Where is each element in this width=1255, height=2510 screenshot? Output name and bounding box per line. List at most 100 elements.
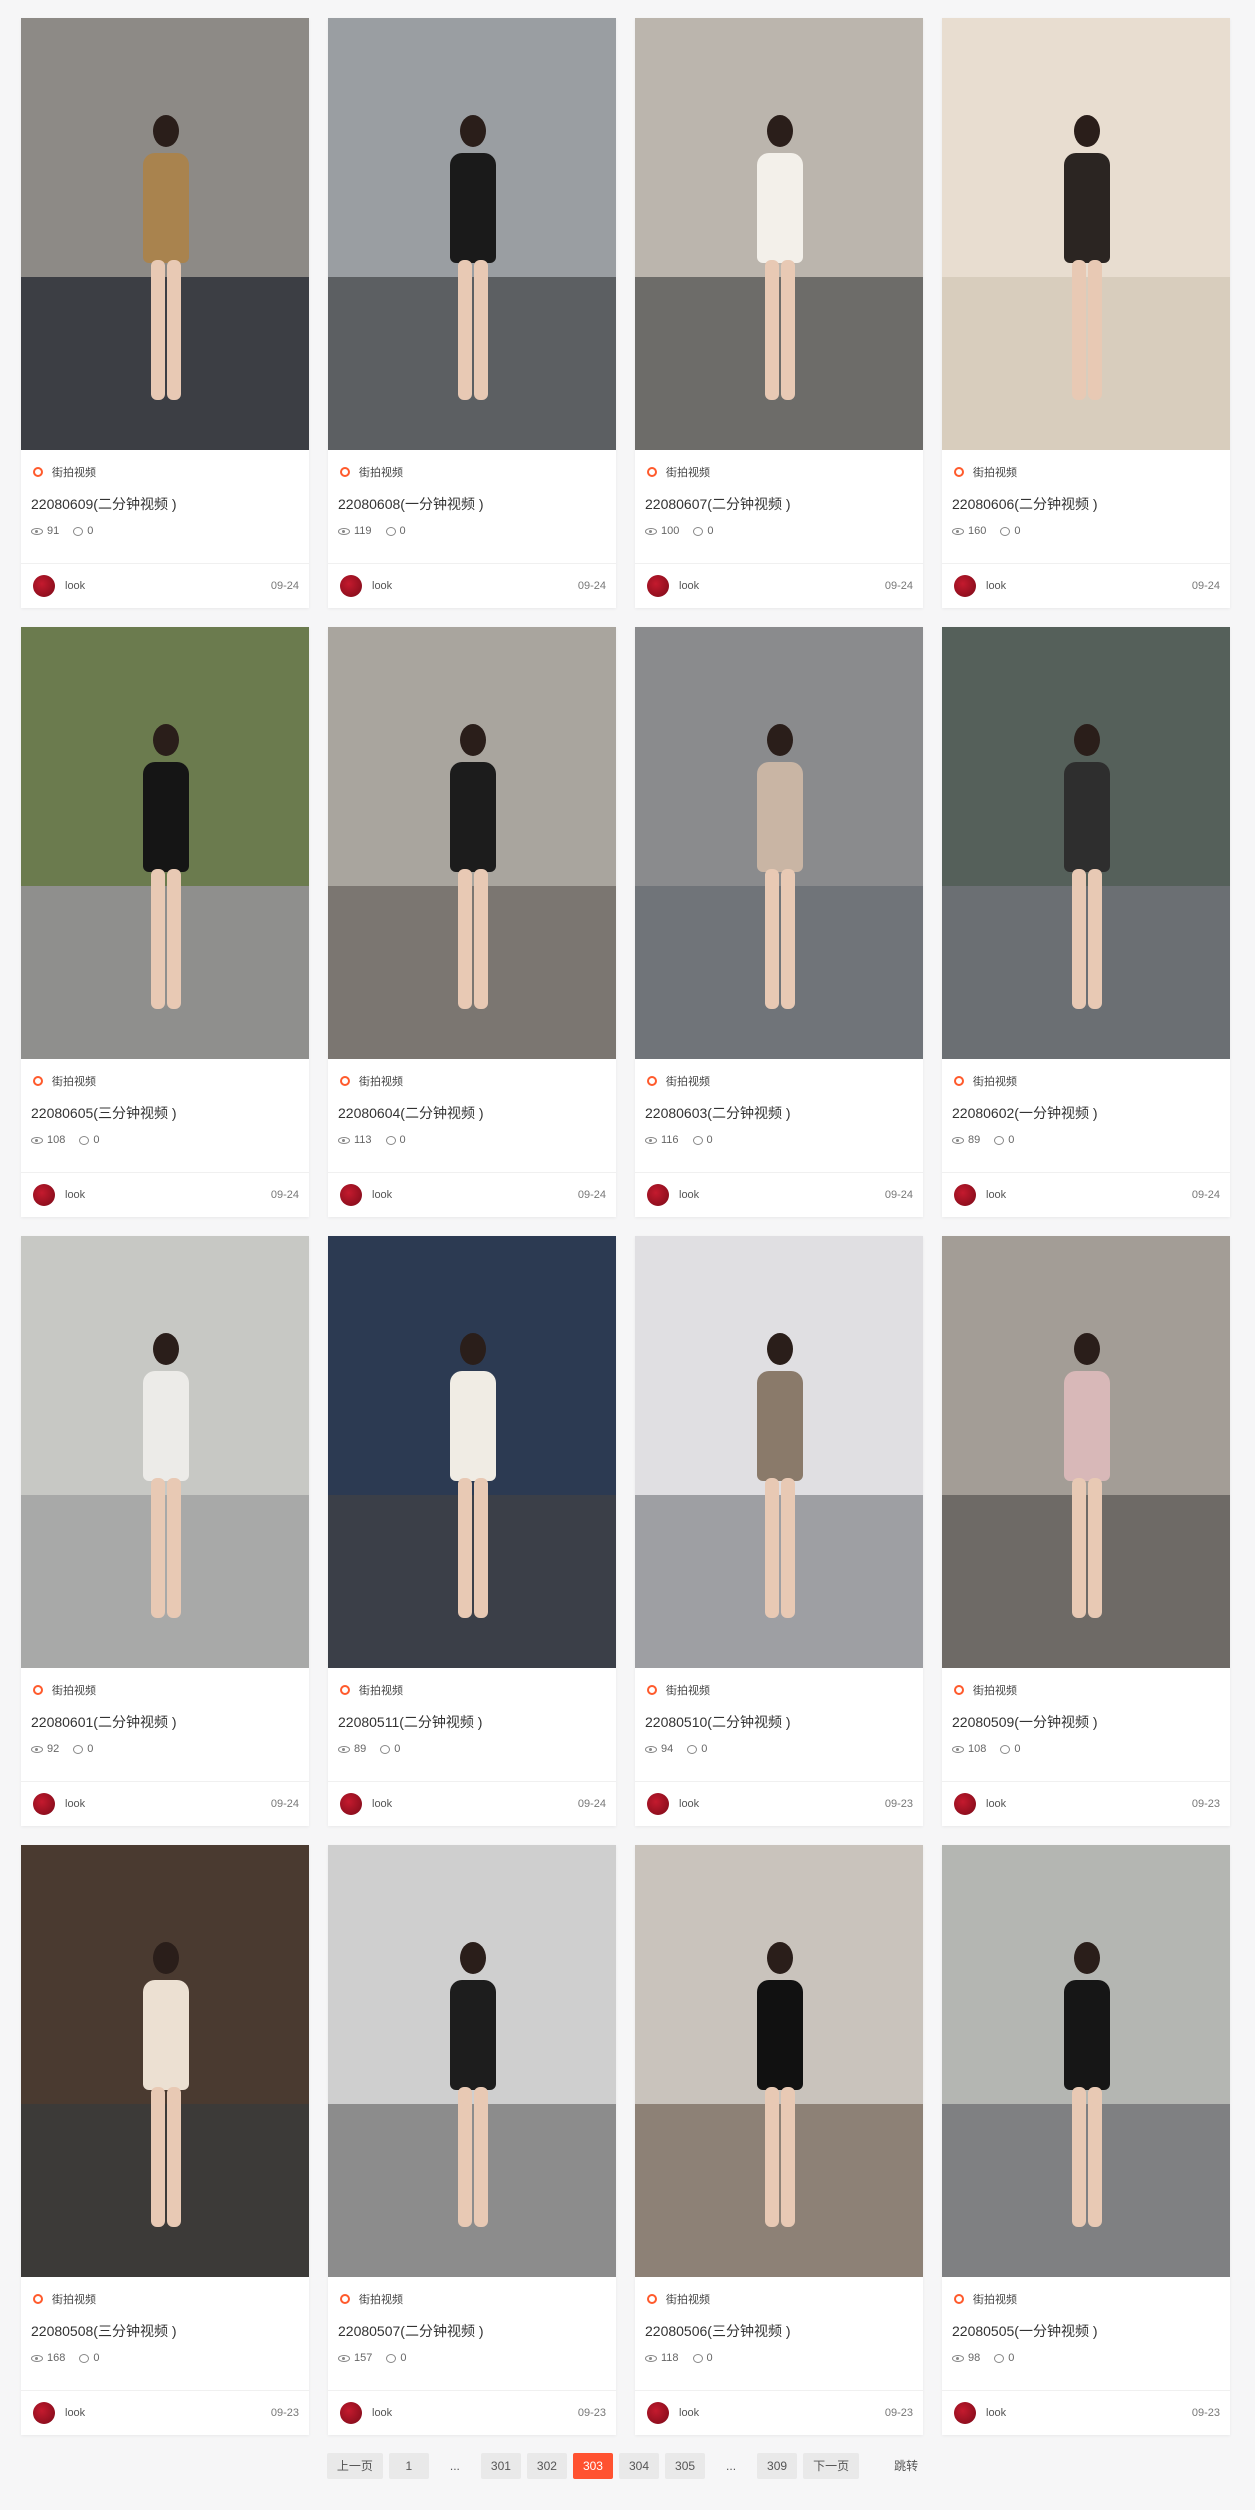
page-button-302[interactable]: 302 [526,2453,567,2479]
author-name[interactable]: look [372,2407,392,2419]
video-thumbnail[interactable] [635,18,923,450]
video-title[interactable]: 22080510(二分钟视频 ) [645,1712,913,1730]
video-title[interactable]: 22080608(一分钟视频 ) [338,494,606,512]
author-name[interactable]: look [679,2407,699,2419]
video-thumbnail[interactable] [328,1236,616,1668]
video-thumbnail[interactable] [21,1236,309,1668]
author-name[interactable]: look [986,1189,1006,1201]
video-card[interactable]: 街拍视频 22080603(二分钟视频 ) 116 0 look 09-24 [635,627,923,1217]
avatar[interactable] [954,1793,976,1815]
category-tag[interactable]: 街拍视频 [338,2291,606,2307]
category-tag[interactable]: 街拍视频 [338,1073,606,1089]
video-card[interactable]: 街拍视频 22080602(一分钟视频 ) 89 0 look 09-24 [942,627,1230,1217]
video-card[interactable]: 街拍视频 22080604(二分钟视频 ) 113 0 look 09-24 [328,627,616,1217]
video-thumbnail[interactable] [942,18,1230,450]
author-name[interactable]: look [65,1798,85,1810]
page-button-305[interactable]: 305 [665,2453,706,2479]
video-title[interactable]: 22080506(三分钟视频 ) [645,2321,913,2339]
video-title[interactable]: 22080605(三分钟视频 ) [31,1103,299,1121]
video-card[interactable]: 街拍视频 22080506(三分钟视频 ) 118 0 look 09-23 [635,1845,923,2435]
avatar[interactable] [954,575,976,597]
author-name[interactable]: look [65,580,85,592]
video-card[interactable]: 街拍视频 22080508(三分钟视频 ) 168 0 look 09-23 [21,1845,309,2435]
video-title[interactable]: 22080509(一分钟视频 ) [952,1712,1220,1730]
avatar[interactable] [33,2402,55,2424]
video-card[interactable]: 街拍视频 22080509(一分钟视频 ) 108 0 look 09-23 [942,1236,1230,1826]
video-thumbnail[interactable] [328,1845,616,2277]
video-title[interactable]: 22080604(二分钟视频 ) [338,1103,606,1121]
video-card[interactable]: 街拍视频 22080608(一分钟视频 ) 119 0 look 09-24 [328,18,616,608]
video-title[interactable]: 22080602(一分钟视频 ) [952,1103,1220,1121]
video-title[interactable]: 22080601(二分钟视频 ) [31,1712,299,1730]
page-button-303[interactable]: 303 [572,2453,613,2479]
avatar[interactable] [33,575,55,597]
video-title[interactable]: 22080511(二分钟视频 ) [338,1712,606,1730]
video-card[interactable]: 街拍视频 22080511(二分钟视频 ) 89 0 look 09-24 [328,1236,616,1826]
author-name[interactable]: look [986,1798,1006,1810]
page-button-304[interactable]: 304 [618,2453,660,2479]
author-name[interactable]: look [372,580,392,592]
video-thumbnail[interactable] [21,1845,309,2277]
category-tag[interactable]: 街拍视频 [338,464,606,480]
author-name[interactable]: look [65,2407,85,2419]
video-card[interactable]: 街拍视频 22080505(一分钟视频 ) 98 0 look 09-23 [942,1845,1230,2435]
author-name[interactable]: look [372,1189,392,1201]
video-title[interactable]: 22080603(二分钟视频 ) [645,1103,913,1121]
category-tag[interactable]: 街拍视频 [952,464,1220,480]
author-name[interactable]: look [679,1798,699,1810]
video-thumbnail[interactable] [942,1236,1230,1668]
page-button-1[interactable]: 1 [388,2453,429,2479]
video-thumbnail[interactable] [328,18,616,450]
avatar[interactable] [647,575,669,597]
video-card[interactable]: 街拍视频 22080507(二分钟视频 ) 157 0 look 09-23 [328,1845,616,2435]
category-tag[interactable]: 街拍视频 [338,1682,606,1698]
category-tag[interactable]: 街拍视频 [645,1682,913,1698]
category-tag[interactable]: 街拍视频 [31,1682,299,1698]
avatar[interactable] [340,575,362,597]
avatar[interactable] [647,2402,669,2424]
prev-page-button[interactable]: 上一页 [326,2453,383,2479]
video-thumbnail[interactable] [328,627,616,1059]
video-title[interactable]: 22080507(二分钟视频 ) [338,2321,606,2339]
author-name[interactable]: look [986,580,1006,592]
category-tag[interactable]: 街拍视频 [645,2291,913,2307]
video-title[interactable]: 22080609(二分钟视频 ) [31,494,299,512]
author-name[interactable]: look [679,580,699,592]
video-card[interactable]: 街拍视频 22080606(二分钟视频 ) 160 0 look 09-24 [942,18,1230,608]
jump-button[interactable]: 跳转 [884,2453,928,2479]
avatar[interactable] [954,2402,976,2424]
avatar[interactable] [647,1184,669,1206]
author-name[interactable]: look [65,1189,85,1201]
category-tag[interactable]: 街拍视频 [31,464,299,480]
video-card[interactable]: 街拍视频 22080605(三分钟视频 ) 108 0 look 09-24 [21,627,309,1217]
page-button-301[interactable]: 301 [480,2453,521,2479]
category-tag[interactable]: 街拍视频 [31,1073,299,1089]
author-name[interactable]: look [679,1189,699,1201]
video-thumbnail[interactable] [635,627,923,1059]
avatar[interactable] [340,1184,362,1206]
avatar[interactable] [340,2402,362,2424]
category-tag[interactable]: 街拍视频 [31,2291,299,2307]
video-title[interactable]: 22080606(二分钟视频 ) [952,494,1220,512]
video-thumbnail[interactable] [21,18,309,450]
video-thumbnail[interactable] [942,627,1230,1059]
page-button-309[interactable]: 309 [757,2453,798,2479]
video-title[interactable]: 22080505(一分钟视频 ) [952,2321,1220,2339]
video-card[interactable]: 街拍视频 22080609(二分钟视频 ) 91 0 look 09-24 [21,18,309,608]
avatar[interactable] [954,1184,976,1206]
video-thumbnail[interactable] [635,1845,923,2277]
video-title[interactable]: 22080508(三分钟视频 ) [31,2321,299,2339]
category-tag[interactable]: 街拍视频 [952,1682,1220,1698]
video-thumbnail[interactable] [21,627,309,1059]
video-thumbnail[interactable] [942,1845,1230,2277]
next-page-button[interactable]: 下一页 [803,2453,860,2479]
video-card[interactable]: 街拍视频 22080601(二分钟视频 ) 92 0 look 09-24 [21,1236,309,1826]
category-tag[interactable]: 街拍视频 [952,2291,1220,2307]
category-tag[interactable]: 街拍视频 [952,1073,1220,1089]
avatar[interactable] [33,1793,55,1815]
category-tag[interactable]: 街拍视频 [645,464,913,480]
video-card[interactable]: 街拍视频 22080607(二分钟视频 ) 100 0 look 09-24 [635,18,923,608]
avatar[interactable] [647,1793,669,1815]
author-name[interactable]: look [372,1798,392,1810]
author-name[interactable]: look [986,2407,1006,2419]
